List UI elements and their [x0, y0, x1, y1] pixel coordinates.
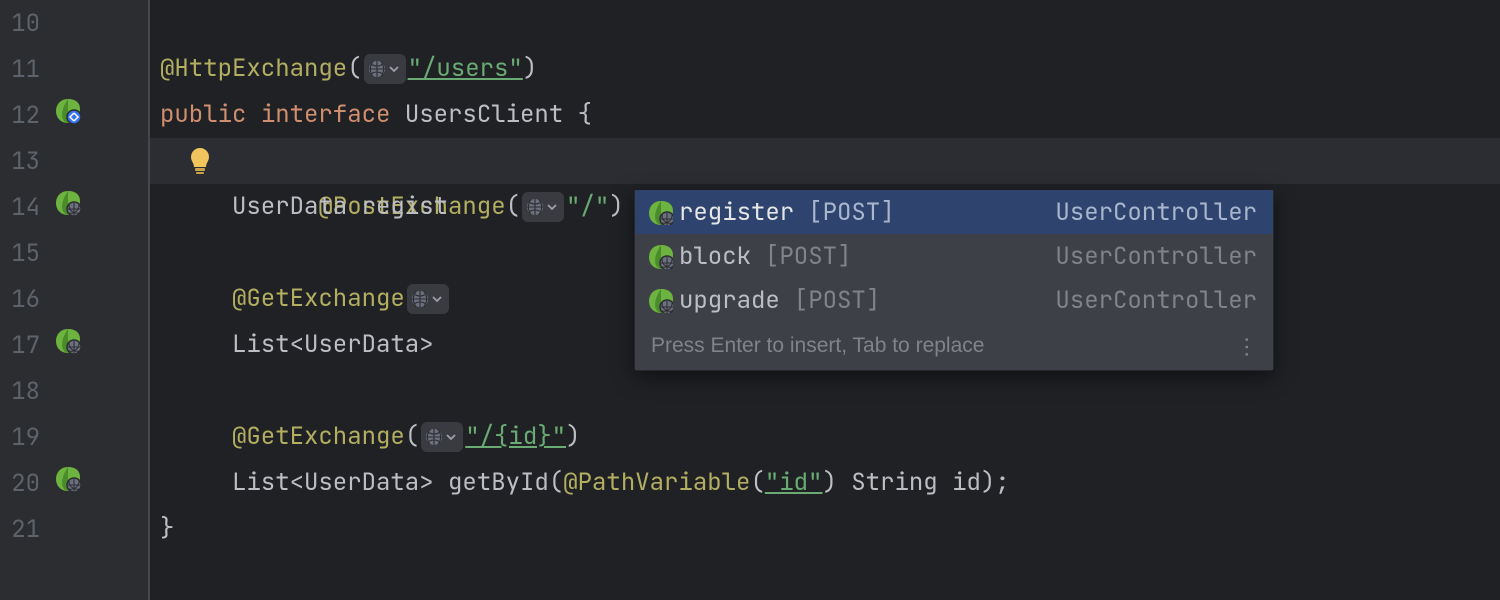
code-line-active[interactable]: @PostExchange("/") [150, 138, 1500, 184]
line-number: 18 [0, 376, 40, 407]
gutter: 10 11 12 13 14 15 16 17 18 19 20 21 [0, 0, 150, 600]
completion-name: register [679, 197, 794, 228]
annotation: @GetExchange [232, 283, 405, 314]
url-hint-widget[interactable] [407, 284, 449, 314]
code-line[interactable]: @GetExchange("/{id}") [150, 414, 1500, 460]
string-literal: "id" [765, 467, 823, 498]
completion-item[interactable]: upgrade [POST] UserController [635, 278, 1273, 322]
completion-verb: [POST] [794, 285, 880, 316]
code-line[interactable]: } [150, 506, 1500, 552]
completion-verb: [POST] [808, 197, 894, 228]
line-number: 13 [0, 146, 40, 177]
completion-item[interactable]: register [POST] UserController [635, 190, 1273, 234]
line-number: 12 [0, 100, 40, 131]
code-area[interactable]: @HttpExchange("/users") public interface… [150, 0, 1500, 600]
completion-tail: UserController [1055, 197, 1257, 228]
completion-verb: [POST] [765, 241, 851, 272]
editor-root: 10 11 12 13 14 15 16 17 18 19 20 21 @Htt… [0, 0, 1500, 600]
line-number: 11 [0, 54, 40, 85]
completion-item[interactable]: block [POST] UserController [635, 234, 1273, 278]
spring-icon[interactable] [54, 97, 82, 133]
annotation: @HttpExchange [160, 53, 347, 84]
code-line[interactable] [150, 0, 1500, 46]
line-number: 10 [0, 8, 40, 39]
annotation: @GetExchange [232, 421, 405, 452]
line-number: 17 [0, 330, 40, 361]
string-literal: "/{id}" [465, 421, 566, 452]
completion-tail: UserController [1055, 241, 1257, 272]
url-hint-widget[interactable] [421, 422, 463, 452]
spring-icon[interactable] [54, 327, 82, 363]
code-line[interactable]: @HttpExchange("/users") [150, 46, 1500, 92]
completion-name: upgrade [679, 285, 780, 316]
line-number: 19 [0, 422, 40, 453]
spring-icon [647, 287, 679, 313]
line-number: 16 [0, 284, 40, 315]
completion-name: block [679, 241, 751, 272]
code-line[interactable]: List<UserData> getById(@PathVariable("id… [150, 460, 1500, 506]
completion-popup: register [POST] UserController block [PO… [634, 190, 1274, 371]
string-literal: "/users" [408, 53, 523, 84]
spring-icon [647, 243, 679, 269]
completion-hint: Press Enter to insert, Tab to replace [651, 334, 984, 358]
completion-footer: Press Enter to insert, Tab to replace ⋯ [635, 322, 1273, 370]
intention-bulb-icon[interactable] [187, 146, 213, 174]
line-number: 21 [0, 514, 40, 545]
spring-icon[interactable] [54, 465, 82, 501]
url-hint-widget[interactable] [364, 54, 406, 84]
line-number: 20 [0, 468, 40, 499]
line-number: 14 [0, 192, 40, 223]
more-icon[interactable]: ⋯ [1234, 336, 1260, 356]
spring-icon [647, 199, 679, 225]
line-number: 15 [0, 238, 40, 269]
spring-icon[interactable] [54, 189, 82, 225]
completion-tail: UserController [1055, 285, 1257, 316]
code-line[interactable] [150, 368, 1500, 414]
annotation: @PathVariable [563, 467, 750, 498]
code-line[interactable]: public interface UsersClient { [150, 92, 1500, 138]
